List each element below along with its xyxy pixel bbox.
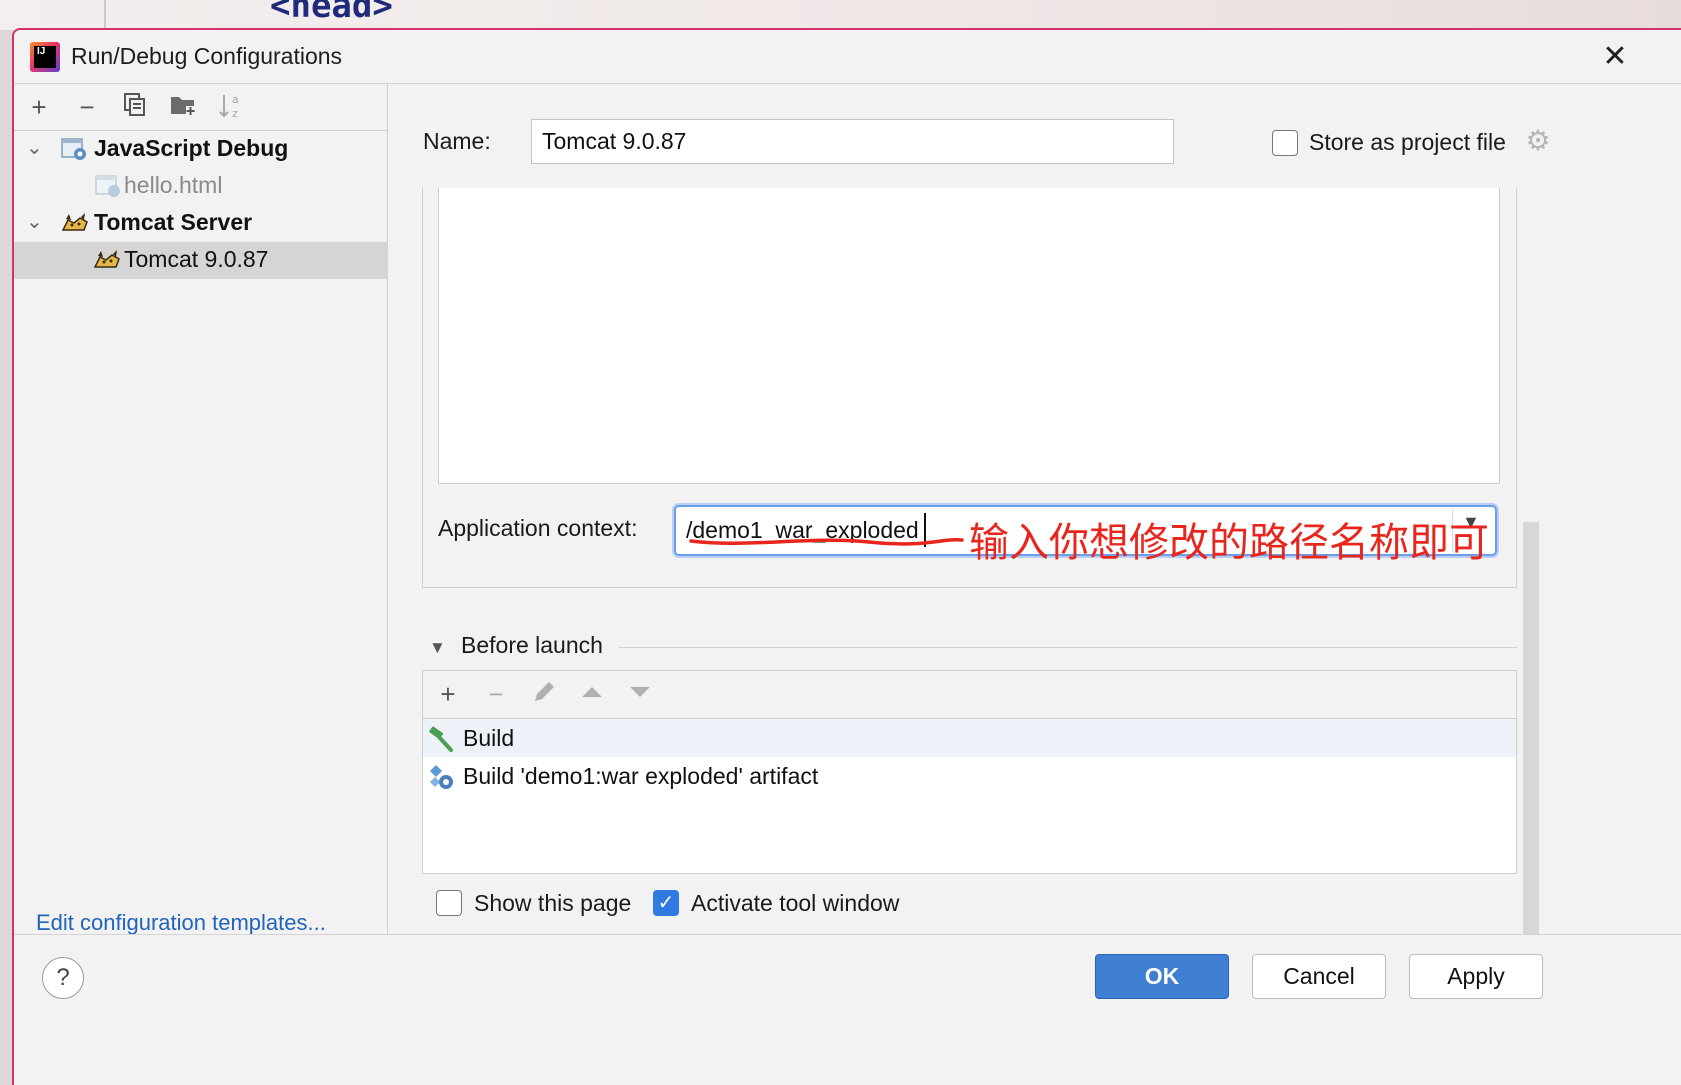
close-icon[interactable]: ✕ xyxy=(1598,40,1632,74)
collapse-triangle-icon[interactable]: ▼ xyxy=(429,638,446,658)
chevron-down-icon[interactable]: ⌄ xyxy=(26,135,43,160)
move-down-icon[interactable] xyxy=(625,679,655,709)
configurations-sidebar: + − az ⌄ JavaScript Debug hello.html ⌄ T… xyxy=(14,84,388,936)
tomcat-icon xyxy=(92,247,120,273)
background-gutter-line xyxy=(104,0,106,30)
show-this-page-label: Show this page xyxy=(474,890,632,916)
javascript-debug-icon xyxy=(60,136,88,162)
before-launch-panel: + − Build Build 'demo1:war exploded' art… xyxy=(422,670,1517,874)
activate-tool-window-checkbox[interactable]: ✓ xyxy=(653,890,679,916)
tree-item-tomcat-9-0-87[interactable]: Tomcat 9.0.87 xyxy=(14,242,388,279)
folder-add-icon[interactable] xyxy=(168,92,198,122)
run-debug-configurations-dialog: IJ Run/Debug Configurations ✕ + − az ⌄ J… xyxy=(12,28,1681,1085)
move-up-icon[interactable] xyxy=(577,679,607,709)
svg-text:a: a xyxy=(232,93,239,106)
apply-button[interactable]: Apply xyxy=(1409,954,1543,999)
name-label: Name: xyxy=(423,128,491,154)
app-icon-text: IJ xyxy=(34,46,56,68)
scrollbar[interactable] xyxy=(1523,522,1539,934)
add-icon[interactable]: + xyxy=(24,92,54,122)
activate-tool-window-label: Activate tool window xyxy=(691,890,900,916)
name-field[interactable]: Tomcat 9.0.87 xyxy=(531,119,1174,164)
show-this-page-checkbox[interactable] xyxy=(436,890,462,916)
gear-icon[interactable]: ⚙ xyxy=(1523,126,1553,156)
background-code-text: <head> xyxy=(270,0,393,26)
add-icon[interactable]: + xyxy=(433,679,463,709)
before-launch-divider xyxy=(619,647,1517,648)
tree-item-label: Tomcat 9.0.87 xyxy=(124,246,269,272)
copy-icon[interactable] xyxy=(120,92,150,122)
window-title: Run/Debug Configurations xyxy=(71,43,343,69)
html-file-icon xyxy=(94,173,122,199)
annotation-underline xyxy=(689,537,964,546)
edit-configuration-templates-link[interactable]: Edit configuration templates... xyxy=(36,910,326,936)
configuration-editor: Name: Tomcat 9.0.87 Store as project fil… xyxy=(389,84,1681,934)
remove-icon[interactable]: − xyxy=(72,92,102,122)
edit-pencil-icon[interactable] xyxy=(529,679,559,709)
tree-item-hello-html[interactable]: hello.html xyxy=(14,168,388,205)
artifact-icon xyxy=(427,763,455,791)
before-launch-item-label: Build 'demo1:war exploded' artifact xyxy=(463,763,819,789)
tomcat-icon xyxy=(60,210,88,236)
ok-button[interactable]: OK xyxy=(1095,954,1229,999)
store-as-project-file-label: Store as project file xyxy=(1309,129,1506,155)
deployment-list[interactable] xyxy=(438,188,1500,484)
sort-alpha-icon[interactable]: az xyxy=(216,92,246,122)
build-hammer-icon xyxy=(427,725,455,753)
before-launch-toolbar: + − xyxy=(423,671,1516,719)
footer-divider xyxy=(14,934,1681,935)
annotation-text: 输入你想修改的路径名称即可 xyxy=(969,520,1489,566)
chevron-down-icon[interactable]: ⌄ xyxy=(26,209,43,234)
title-bar: IJ Run/Debug Configurations ✕ xyxy=(14,30,1681,84)
intellij-app-icon: IJ xyxy=(30,42,60,72)
store-as-project-file-checkbox[interactable] xyxy=(1272,130,1298,156)
before-launch-item-artifact[interactable]: Build 'demo1:war exploded' artifact xyxy=(423,757,1516,795)
before-launch-item-build[interactable]: Build xyxy=(423,719,1516,757)
cancel-button[interactable]: Cancel xyxy=(1252,954,1386,999)
tree-group-label: Tomcat Server xyxy=(94,209,253,235)
tree-group-tomcat-server[interactable]: ⌄ Tomcat Server xyxy=(14,205,388,242)
help-button[interactable]: ? xyxy=(42,957,84,999)
before-launch-title: Before launch xyxy=(461,632,603,658)
tree-group-javascript-debug[interactable]: ⌄ JavaScript Debug xyxy=(14,131,388,168)
before-launch-item-label: Build xyxy=(463,725,515,751)
svg-text:z: z xyxy=(232,107,238,120)
sidebar-toolbar: + − az xyxy=(14,84,388,131)
tree-group-label: JavaScript Debug xyxy=(94,135,289,161)
application-context-label: Application context: xyxy=(438,515,638,541)
remove-icon[interactable]: − xyxy=(481,679,511,709)
tree-item-label: hello.html xyxy=(124,172,223,198)
